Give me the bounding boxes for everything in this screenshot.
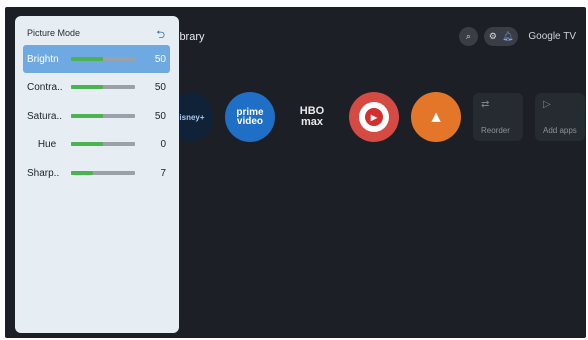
app-label: max [300,116,323,128]
setting-row-sharpness[interactable]: Sharp.. 7 [23,159,170,187]
settings-notifications-pill[interactable]: ⚙ 🔔︎ [483,27,519,46]
app-youtube-music[interactable]: ▶ [349,92,399,142]
top-bar: ⌕ ⚙ 🔔︎ Google TV [458,27,576,46]
search-icon[interactable]: ⌕ [458,27,478,46]
slider-fill [71,142,103,146]
slider-fill [71,57,103,61]
app-label: video [236,116,264,127]
setting-value: 7 [160,167,166,179]
brand-label: Google TV [528,31,576,42]
section-title: ibrary [177,31,205,43]
play-store-icon: ▷ [543,99,551,110]
tile-label: Add apps [543,126,577,135]
bell-icon[interactable]: 🔔︎ [502,31,513,42]
gear-icon[interactable]: ⚙ [489,31,497,42]
add-apps-tile[interactable]: ▷ Add apps [535,93,585,141]
slider-track[interactable] [71,85,135,89]
setting-label: Satura.. [27,110,63,122]
app-vlc[interactable]: ▲ [411,92,461,142]
tile-label: Reorder [481,126,510,135]
setting-value: 50 [154,81,166,93]
slider-track[interactable] [71,114,135,118]
app-label: isney+ [179,112,205,122]
picture-mode-panel: Picture Mode ⮌ Brightn 50 Contra.. 50 Sa… [15,16,179,333]
reorder-icon: ⇄ [481,99,490,110]
setting-value: 0 [160,138,166,150]
setting-label: Hue [37,138,57,150]
setting-row-contrast[interactable]: Contra.. 50 [23,73,170,101]
traffic-cone-icon: ▲ [428,108,444,126]
setting-row-brightness[interactable]: Brightn 50 [23,45,170,73]
slider-fill [71,85,103,89]
slider-fill [71,114,103,118]
setting-label: Contra.. [27,81,63,93]
app-prime-video[interactable]: prime video [225,92,275,142]
reorder-tile[interactable]: ⇄ Reorder [473,93,523,141]
slider-track[interactable] [71,142,135,146]
setting-value: 50 [154,53,166,65]
setting-row-saturation[interactable]: Satura.. 50 [23,102,170,130]
setting-label: Brightn [27,53,59,65]
ytm-ring: ▶ [359,102,389,132]
panel-title: Picture Mode [27,28,81,38]
undo-icon[interactable]: ⮌ [156,26,165,45]
play-icon: ▶ [365,108,383,126]
app-hbo-max[interactable]: HBO max [287,92,337,142]
setting-label: Sharp.. [27,167,60,179]
slider-track[interactable] [71,171,135,175]
app-row: isney+ prime video HBO max ▶ ▲ ⇄ Reorder ▷… [171,92,585,142]
setting-row-hue[interactable]: Hue 0 [23,130,170,158]
slider-track[interactable] [71,57,135,61]
setting-value: 50 [154,110,166,122]
slider-fill [71,171,94,175]
